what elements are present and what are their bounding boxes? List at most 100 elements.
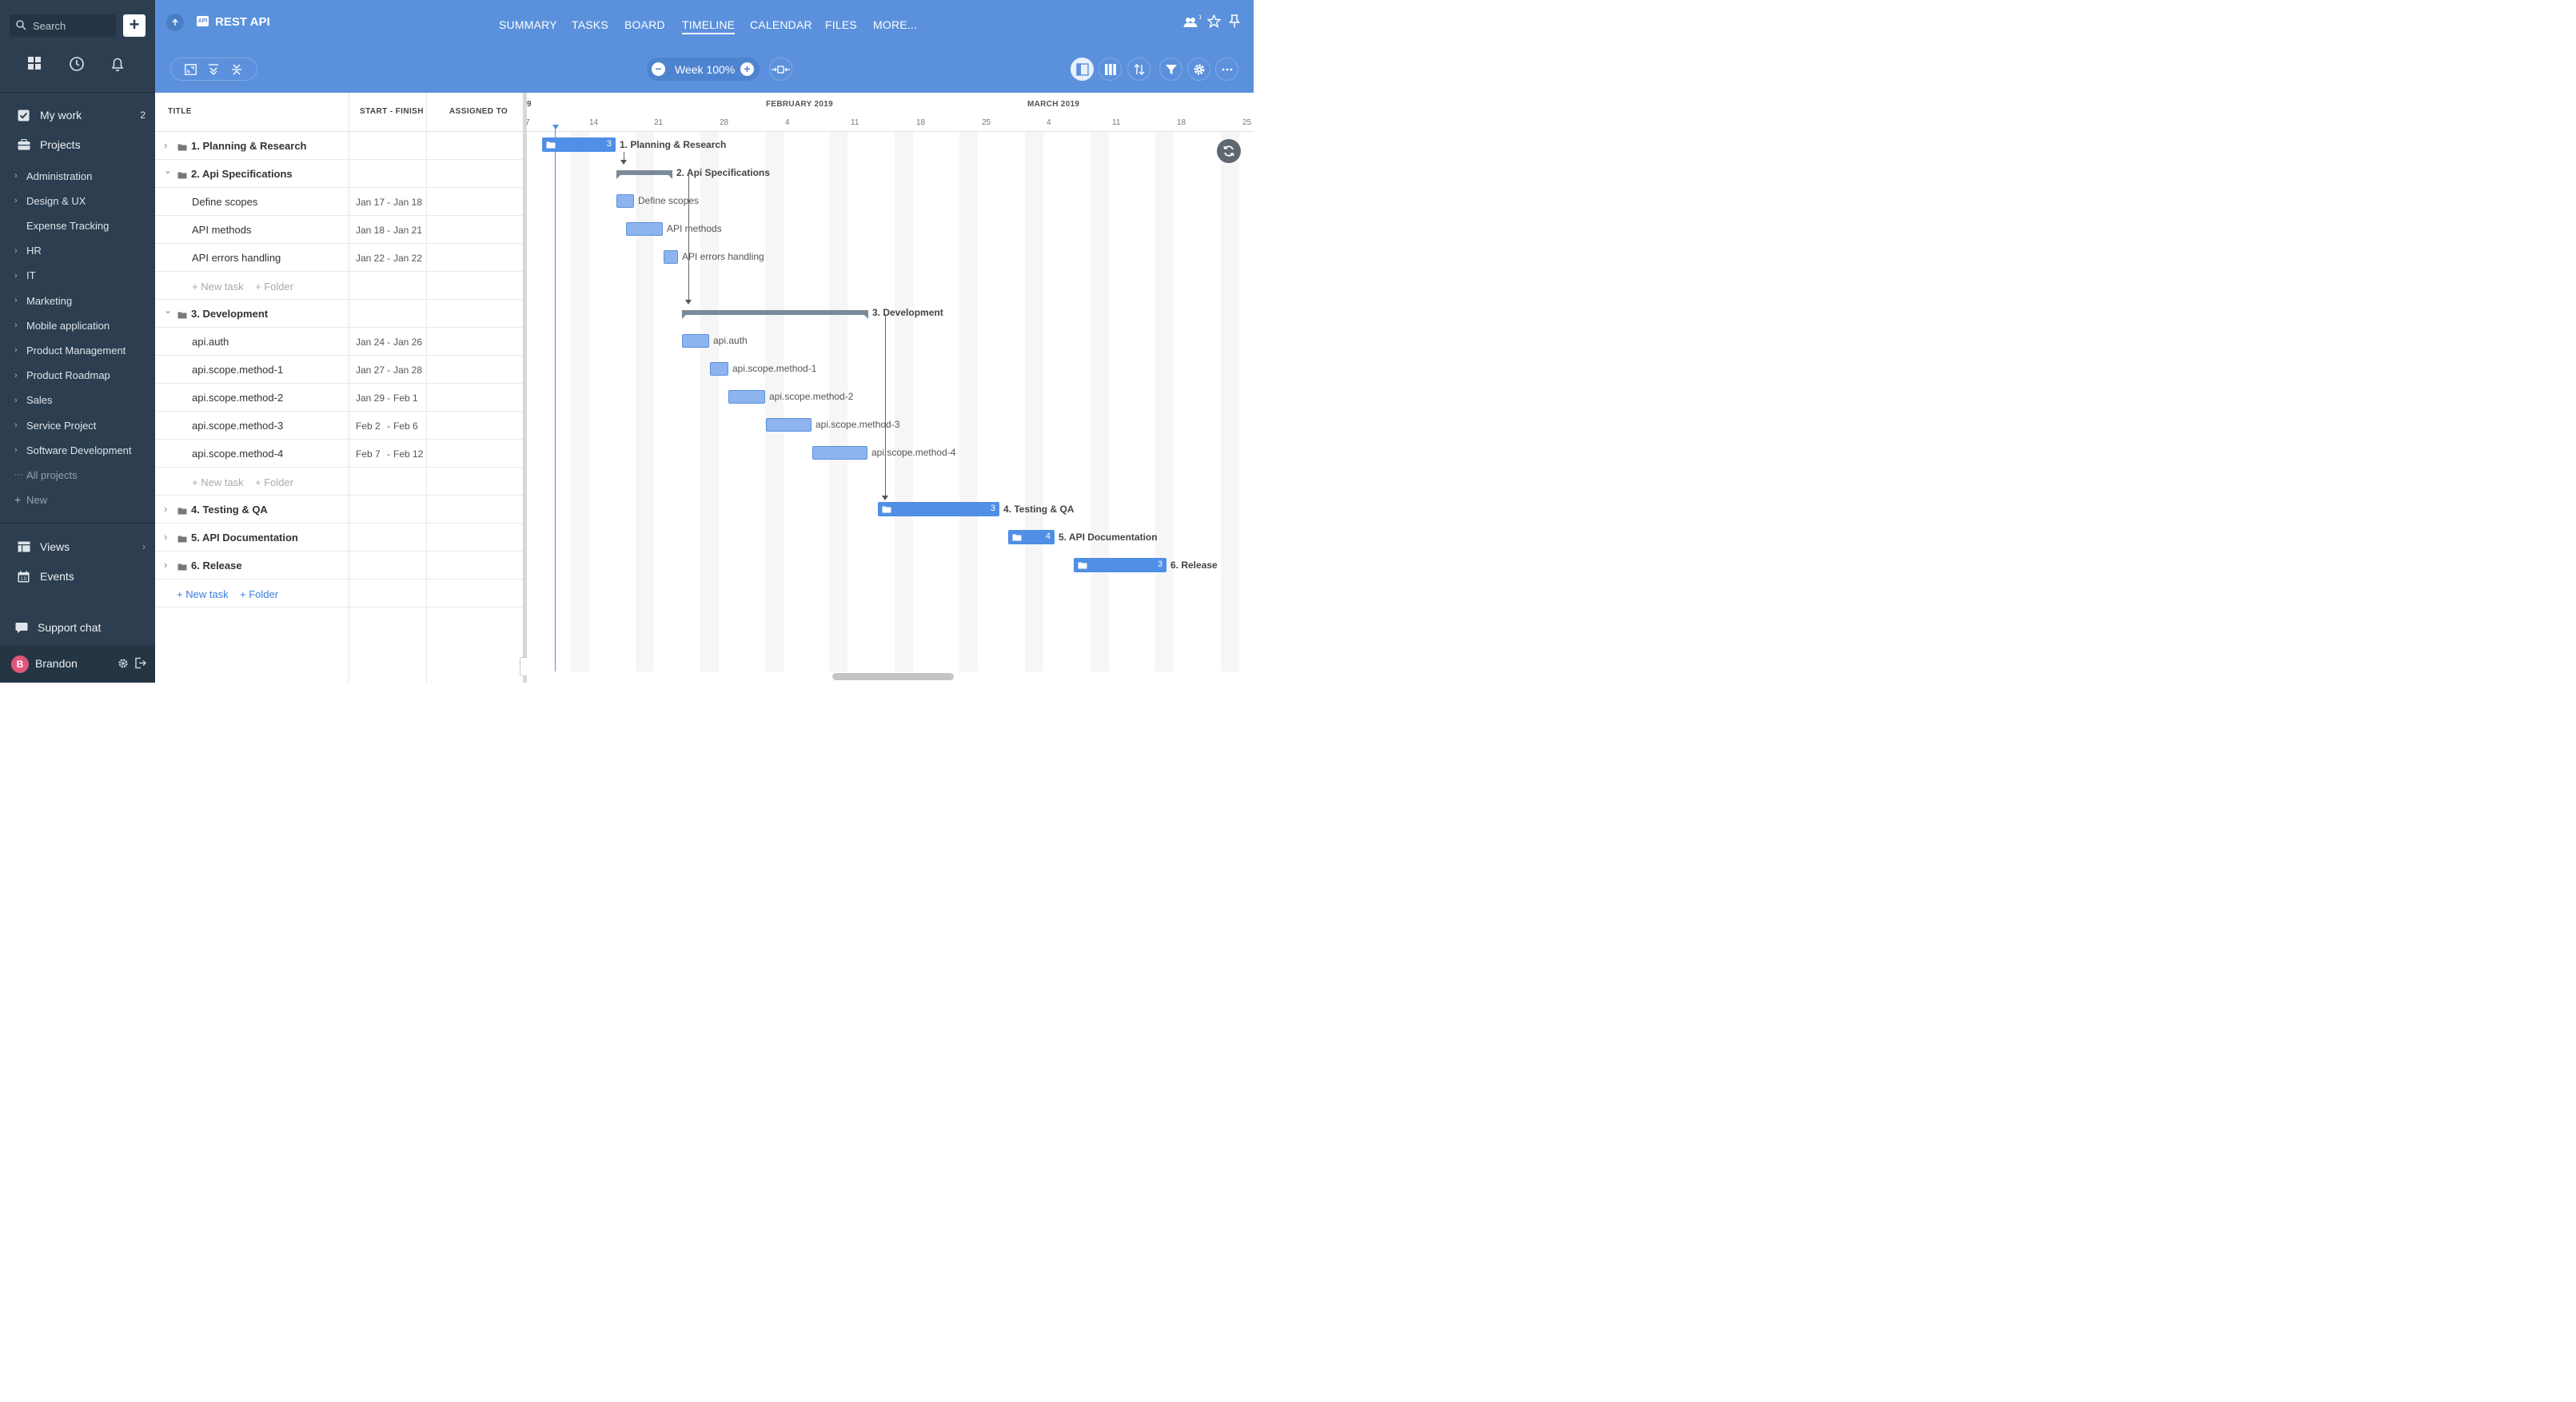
task-bar[interactable] — [682, 334, 709, 348]
sidebar-project-item[interactable]: › HR — [14, 243, 150, 259]
task-bar[interactable] — [710, 362, 728, 376]
sidebar-project-item[interactable]: › Software Development — [14, 442, 150, 458]
search-input[interactable]: Search — [10, 14, 116, 37]
table-row[interactable]: api.scope.method-1 Jan 27- Jan 28 — [155, 356, 524, 384]
zoom-out-button[interactable]: − — [652, 62, 665, 76]
folder-title[interactable]: 1. Planning & Research — [191, 140, 307, 152]
fit-to-screen-button[interactable] — [769, 58, 792, 81]
sidebar-item-new[interactable]: + New — [14, 492, 150, 508]
folder-bar[interactable]: 4 — [1008, 530, 1055, 544]
folder-bar[interactable]: 3 — [542, 137, 616, 152]
sidebar-item-views[interactable]: Views › — [18, 538, 146, 556]
columns-button[interactable] — [1099, 58, 1122, 81]
horizontal-scrollbar[interactable] — [832, 673, 954, 680]
folder-row[interactable]: ⌄ 2. Api Specifications — [155, 160, 524, 188]
sidebar-item-projects[interactable]: Projects — [18, 136, 146, 153]
table-row[interactable]: api.scope.method-2 Jan 29- Feb 1 — [155, 384, 524, 412]
add-item-row[interactable]: + New task + Folder — [155, 468, 524, 496]
chevron-down-icon[interactable]: ⌄ — [164, 165, 172, 176]
tab-tasks[interactable]: TASKS — [572, 18, 608, 31]
new-task-link[interactable]: + New task — [192, 476, 244, 488]
table-row[interactable]: api.auth Jan 24- Jan 26 — [155, 328, 524, 356]
chevron-down-icon[interactable]: ⌄ — [164, 305, 172, 316]
task-start-date[interactable]: Jan 27 — [356, 364, 385, 376]
task-bar[interactable] — [626, 222, 663, 236]
new-folder-link[interactable]: + Folder — [240, 588, 278, 600]
tab-timeline[interactable]: TIMELINE — [682, 18, 736, 34]
sidebar-project-item[interactable]: Expense Tracking — [14, 217, 150, 233]
folder-title[interactable]: 4. Testing & QA — [191, 504, 268, 516]
task-title[interactable]: api.scope.method-2 — [192, 392, 283, 404]
tab-board[interactable]: BOARD — [624, 18, 665, 31]
folder-row[interactable]: ⌄ 3. Development — [155, 300, 524, 328]
settings-button[interactable] — [1187, 58, 1210, 81]
task-start-date[interactable]: Jan 29 — [356, 392, 385, 404]
sidebar-project-item[interactable]: › IT — [14, 268, 150, 284]
timer-icon[interactable] — [69, 56, 85, 74]
tab-files[interactable]: FILES — [825, 18, 857, 31]
tab-summary[interactable]: SUMMARY — [499, 18, 557, 31]
task-end-date[interactable]: Feb 12 — [393, 448, 423, 460]
task-start-date[interactable]: Feb 2 — [356, 420, 381, 432]
task-title[interactable]: API errors handling — [192, 252, 281, 264]
filter-button[interactable] — [1159, 58, 1182, 81]
tab-more[interactable]: MORE... — [873, 18, 917, 31]
members-icon[interactable]: 1 — [1183, 14, 1202, 31]
tab-calendar[interactable]: CALENDAR — [750, 18, 812, 31]
support-chat-button[interactable]: Support chat — [15, 619, 143, 636]
sidebar-project-item[interactable]: › Product Management — [14, 342, 150, 358]
task-title[interactable]: Define scopes — [192, 196, 257, 208]
sidebar-project-item[interactable]: › Mobile application — [14, 317, 150, 333]
task-title[interactable]: api.scope.method-1 — [192, 364, 283, 376]
task-start-date[interactable]: Jan 17 — [356, 197, 385, 208]
dashboard-grid-icon[interactable] — [27, 56, 42, 73]
folder-row[interactable]: › 6. Release — [155, 552, 524, 580]
table-row[interactable]: api.scope.method-4 Feb 7- Feb 12 — [155, 440, 524, 468]
chevron-right-icon[interactable]: › — [164, 531, 167, 543]
folder-bar[interactable]: 3 — [878, 502, 999, 516]
star-icon[interactable] — [1206, 14, 1222, 30]
sidebar-item-my-work[interactable]: My work 2 — [18, 106, 146, 124]
task-end-date[interactable]: Jan 21 — [393, 225, 422, 236]
column-header-title[interactable]: TITLE — [168, 93, 192, 131]
task-bar[interactable] — [728, 390, 765, 404]
sidebar-project-item[interactable]: › Administration — [14, 168, 150, 184]
task-start-date[interactable]: Jan 22 — [356, 253, 385, 264]
chevron-right-icon[interactable]: › — [164, 503, 167, 515]
pin-icon[interactable] — [1228, 14, 1241, 30]
gear-icon[interactable] — [118, 658, 129, 671]
more-options-button[interactable] — [1215, 58, 1238, 81]
sidebar-project-item[interactable]: › Design & UX — [14, 193, 150, 209]
task-end-date[interactable]: Feb 1 — [393, 392, 418, 404]
new-folder-link[interactable]: + Folder — [255, 476, 293, 488]
notifications-bell-icon[interactable] — [110, 56, 126, 74]
create-button[interactable]: + — [123, 14, 146, 37]
column-header-assigned-to[interactable]: ASSIGNED TO — [449, 93, 508, 131]
sidebar-project-item[interactable]: › Product Roadmap — [14, 368, 150, 384]
sort-button[interactable] — [1127, 58, 1150, 81]
folder-bar[interactable]: 3 — [1074, 558, 1166, 572]
avatar[interactable]: B — [11, 655, 29, 673]
table-row[interactable]: api.scope.method-3 Feb 2- Feb 6 — [155, 412, 524, 440]
new-task-link[interactable]: + New task — [177, 588, 229, 600]
collapse-all-icon[interactable] — [232, 64, 241, 78]
chevron-right-icon[interactable]: › — [164, 139, 167, 151]
new-task-link[interactable]: + New task — [192, 281, 244, 293]
task-bar[interactable] — [812, 446, 867, 460]
chevron-right-icon[interactable]: › — [164, 559, 167, 571]
table-view-toggle[interactable] — [1071, 58, 1094, 81]
task-end-date[interactable]: Jan 28 — [393, 364, 422, 376]
table-row[interactable]: Define scopes Jan 17- Jan 18 — [155, 188, 524, 216]
sidebar-project-item[interactable]: › Marketing — [14, 293, 150, 309]
new-folder-link[interactable]: + Folder — [255, 281, 293, 293]
task-start-date[interactable]: Jan 18 — [356, 225, 385, 236]
folder-row[interactable]: › 5. API Documentation — [155, 524, 524, 552]
folder-title[interactable]: 5. API Documentation — [191, 532, 298, 544]
task-title[interactable]: api.auth — [192, 336, 229, 348]
task-start-date[interactable]: Jan 24 — [356, 337, 385, 348]
folder-title[interactable]: 2. Api Specifications — [191, 168, 293, 180]
logout-icon[interactable] — [134, 657, 147, 671]
user-name[interactable]: Brandon — [35, 657, 78, 670]
sidebar-item-events[interactable]: 10 Events — [18, 568, 146, 585]
task-bar[interactable] — [766, 418, 811, 432]
